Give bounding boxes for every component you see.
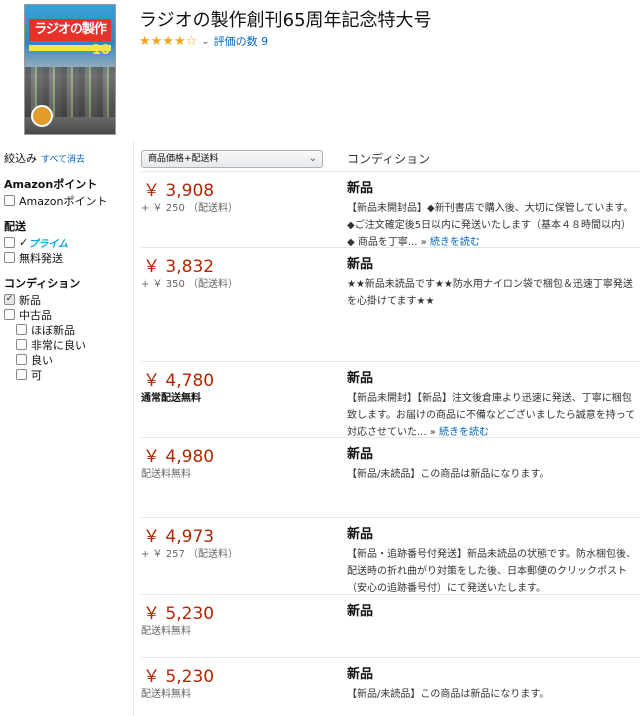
chevron-down-icon[interactable]: ⌄ (201, 36, 209, 47)
filter-group-title: コンディション (4, 277, 81, 290)
offer-description: 【新品未開封品】◆新刊書店で購入後、大切に保管しています。◆ご注文確定後5日以内… (347, 200, 637, 251)
filter-group: 配送 ✓ プライム 無料発送 (4, 218, 130, 265)
offer-price: ￥ 3,832 (143, 257, 215, 277)
offer-row: ￥ 5,230 配送料無料 新品 (141, 594, 640, 657)
checkbox-icon[interactable] (4, 237, 15, 248)
offer-shipping: 通常配送無料 (141, 393, 201, 404)
rating-count-link[interactable]: 評価の数 9 (214, 33, 269, 49)
clear-filters-link[interactable]: すべて消去 (41, 152, 85, 165)
offer-condition: 新品 (347, 527, 374, 542)
offer-row: ￥ 3,832 + ￥ 350 （配送料） 新品 ★★新品未読品です★★防水用ナイロン… (141, 247, 640, 361)
product-cover-image[interactable]: ラジオの製作 10 (24, 4, 116, 135)
filter-option-label: 良い (31, 353, 53, 367)
filter-group-title: 配送 (4, 220, 26, 233)
filter-option-label: 非常に良い (31, 338, 86, 352)
checkbox-icon[interactable] (16, 354, 27, 365)
offer-price: ￥ 4,980 (143, 447, 215, 467)
offer-shipping: 配送料無料 (141, 689, 191, 700)
offer-shipping: 配送料無料 (141, 626, 191, 637)
filter-option-label: ほぼ新品 (31, 323, 75, 337)
checkbox-checked-icon[interactable]: ✓ (4, 294, 15, 305)
offer-price: ￥ 5,230 (143, 604, 215, 624)
offer-description: 【新品/未読品】この商品は新品になります。 (347, 686, 637, 703)
checkbox-icon[interactable] (16, 339, 27, 350)
filter-option[interactable]: 無料発送 (4, 250, 130, 265)
filter-option[interactable]: ✓ プライム (4, 235, 130, 250)
filter-option[interactable]: Amazonポイント (4, 193, 130, 208)
offer-shipping: + ￥ 257 （配送料） (141, 549, 239, 560)
checkbox-icon[interactable] (16, 369, 27, 380)
product-header: ラジオの製作 10 ラジオの製作創刊65周年記念特大号 ★★★★☆ ⌄ 評価の数… (0, 0, 640, 140)
offer-description: 【新品/未読品】この商品は新品になります。 (347, 466, 637, 483)
sort-select-value: 商品価格+配送料 (148, 154, 219, 164)
filter-label: 絞込み (4, 152, 37, 165)
column-divider (133, 142, 134, 716)
offer-condition: 新品 (347, 257, 374, 272)
offer-description-text: 【新品未開封品】◆新刊書店で購入後、大切に保管しています。◆ご注文確定後5日以内… (347, 203, 634, 248)
star-rating-icon[interactable]: ★★★★☆ (139, 34, 197, 49)
cover-badge (31, 105, 53, 127)
filter-option[interactable]: 中古品 (4, 307, 130, 322)
filter-option-label: 新品 (19, 293, 41, 307)
filter-group: コンディション ✓ 新品 中古品 ほぼ新品 非常に良い 良い可 (4, 275, 130, 382)
filter-header: 絞込み すべて消去 (4, 150, 130, 166)
offer-shipping: 配送料無料 (141, 469, 191, 480)
checkbox-icon[interactable] (4, 195, 15, 206)
product-title[interactable]: ラジオの製作創刊65周年記念特大号 (139, 6, 432, 32)
filter-sidebar: 絞込み すべて消去 Amazonポイント Amazonポイント 配送 ✓ プライム 無料発… (4, 150, 130, 382)
offer-description-text: 【新品・追跡番号付発送】新品未読品の状態です。防水梱包後、配送時の折れ曲がり対策… (347, 549, 636, 594)
offer-description-text: 【新品/未読品】この商品は新品になります。 (347, 689, 550, 700)
condition-column-header: コンディション (347, 152, 431, 166)
filter-option[interactable]: ✓ 新品 (4, 292, 130, 307)
filter-groups: Amazonポイント Amazonポイント 配送 ✓ プライム 無料発送 コンディション ✓ 新… (4, 176, 130, 382)
filter-group: Amazonポイント Amazonポイント (4, 176, 130, 208)
offer-row: ￥ 3,908 + ￥ 250 （配送料） 新品【新品未開封品】◆新刊書店で購入後、… (141, 171, 640, 248)
offer-description: ★★新品未読品です★★防水用ナイロン袋で梱包＆迅速丁寧発送を心掛けてます★★ (347, 276, 637, 310)
offer-condition: 新品 (347, 604, 374, 619)
offer-row: ￥ 4,780 通常配送無料 新品【新品未開封】【新品】注文後倉庫より迅速に発送、丁… (141, 361, 640, 438)
offer-description: 【新品・追跡番号付発送】新品未読品の状態です。防水梱包後、配送時の折れ曲がり対策… (347, 546, 637, 597)
cover-title: ラジオの製作 (29, 19, 111, 41)
filter-option-label: 中古品 (19, 308, 52, 322)
offer-condition: 新品 (347, 447, 374, 462)
prime-check-icon: ✓ (19, 236, 29, 249)
filter-option[interactable]: ほぼ新品 (4, 322, 130, 337)
offer-shipping: + ￥ 350 （配送料） (141, 279, 239, 290)
offer-price: ￥ 5,230 (143, 667, 215, 687)
offer-shipping: + ￥ 250 （配送料） (141, 203, 239, 214)
filter-option[interactable]: 非常に良い (4, 337, 130, 352)
offer-condition: 新品 (347, 667, 374, 682)
filter-option-label: 無料発送 (19, 251, 63, 265)
filter-option[interactable]: 可 (4, 367, 130, 382)
filter-option-label: 可 (31, 368, 42, 382)
filter-group-title: Amazonポイント (4, 178, 98, 191)
filter-option[interactable]: 良い (4, 352, 130, 367)
offer-price: ￥ 4,780 (143, 371, 215, 391)
offer-description-text: 【新品/未読品】この商品は新品になります。 (347, 469, 550, 480)
checkbox-icon[interactable] (4, 309, 15, 320)
chevron-down-icon: ⌄ (308, 153, 317, 164)
offer-condition: 新品 (347, 371, 374, 386)
checkbox-icon[interactable] (4, 252, 15, 263)
sort-select[interactable]: 商品価格+配送料 ⌄ (141, 150, 323, 168)
offer-condition: 新品 (347, 181, 374, 196)
prime-logo: プライム (28, 239, 69, 250)
offer-description: 【新品未開封】【新品】注文後倉庫より迅速に発送、丁寧に梱包致します。お届けの商品… (347, 390, 637, 441)
rating-row: ★★★★☆ ⌄ 評価の数 9 (139, 33, 268, 49)
offer-description-text: 【新品未開封】【新品】注文後倉庫より迅速に発送、丁寧に梱包致します。お届けの商品… (347, 393, 636, 438)
offer-row: ￥ 4,980 配送料無料 新品【新品/未読品】この商品は新品になります。 (141, 437, 640, 517)
offer-description-text: ★★新品未読品です★★防水用ナイロン袋で梱包＆迅速丁寧発送を心掛けてます★★ (347, 279, 633, 307)
cover-issue: 10 (91, 43, 110, 58)
offer-row: ￥ 4,973 + ￥ 257 （配送料） 新品【新品・追跡番号付発送】新品未読品の… (141, 517, 640, 594)
filter-option-label: Amazonポイント (19, 194, 108, 208)
checkbox-icon[interactable] (16, 324, 27, 335)
offer-price: ￥ 4,973 (143, 527, 215, 547)
offer-price: ￥ 3,908 (143, 181, 215, 201)
offer-row: ￥ 5,230 配送料無料 新品【新品/未読品】この商品は新品になります。 (141, 657, 640, 716)
